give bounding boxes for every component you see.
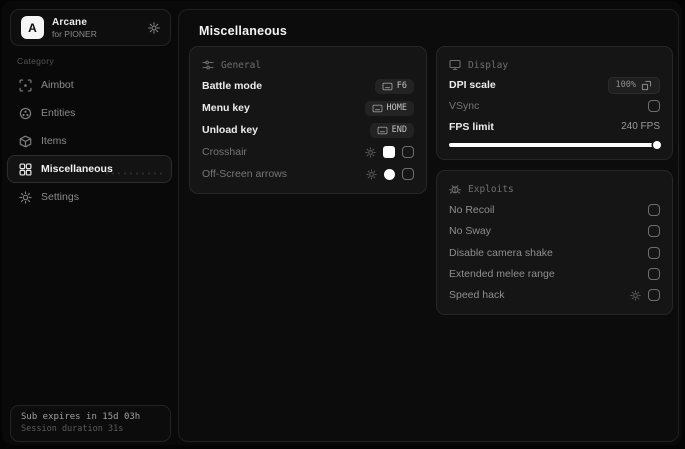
scan-icon (19, 78, 32, 92)
disable-camera-shake-checkbox[interactable] (648, 246, 660, 259)
sidebar-item-miscellaneous[interactable]: Miscellaneous (7, 155, 172, 183)
main-panel: Miscellaneous General Battle mode F6 Men… (178, 9, 679, 442)
setting-row-crosshair: Crosshair (202, 141, 414, 163)
dpi-scale-dropdown[interactable]: 100% (607, 76, 660, 94)
display-card: Display DPI scale 100% VSync FPS limit 2… (436, 46, 673, 160)
session-duration-text: Session duration 31s (21, 424, 124, 434)
setting-label: No Recoil (449, 203, 495, 216)
sidebar-item-aimbot[interactable]: Aimbot (7, 71, 172, 99)
fps-slider-handle[interactable] (653, 141, 661, 150)
sidebar-item-items[interactable]: Items (7, 127, 172, 155)
crosshair-color-swatch[interactable] (383, 146, 395, 158)
exploits-card-header: Exploits (449, 179, 660, 199)
scale-icon (641, 80, 652, 91)
general-card: General Battle mode F6 Menu key HOME Unl… (189, 46, 427, 194)
sidebar-item-settings[interactable]: Settings (7, 183, 172, 211)
setting-row-fps-limit: FPS limit 240 FPS (449, 116, 660, 137)
offscreen-arrows-color-swatch[interactable] (384, 168, 395, 180)
sub-expires-text: Sub expires in 15d 03h (21, 412, 141, 422)
setting-row-offscreen-arrows: Off-Screen arrows (202, 163, 414, 185)
setting-label: Off-Screen arrows (202, 168, 287, 180)
keyboard-icon (377, 126, 388, 135)
gear-icon (19, 190, 32, 204)
subscription-info: Sub expires in 15d 03h Session duration … (10, 405, 171, 442)
sidebar-item-label: Settings (41, 191, 79, 203)
page-title: Miscellaneous (199, 24, 288, 38)
setting-label: Crosshair (202, 146, 247, 158)
setting-row-extended-melee-range: Extended melee range (449, 263, 660, 284)
exploits-card: Exploits No Recoil No Sway Disable camer… (436, 170, 673, 315)
general-card-header: General (202, 55, 414, 75)
setting-row-battle-mode: Battle mode F6 (202, 75, 414, 97)
fps-slider-fill (449, 143, 660, 148)
keybind-value: HOME (386, 103, 407, 113)
no-recoil-checkbox[interactable] (648, 203, 660, 216)
sidebar-item-entities[interactable]: Entities (7, 99, 172, 127)
setting-label: Extended melee range (449, 267, 555, 280)
section-title: Exploits (468, 183, 514, 195)
setting-row-disable-camera-shake: Disable camera shake (449, 242, 660, 263)
unload-key-keybind-button[interactable]: END (369, 122, 414, 138)
keyboard-icon (382, 82, 393, 91)
sidebar-item-label: Aimbot (41, 79, 74, 91)
vsync-checkbox[interactable] (648, 100, 660, 112)
setting-row-menu-key: Menu key HOME (202, 97, 414, 119)
monitor-icon (449, 59, 461, 71)
setting-row-vsync: VSync (449, 96, 660, 117)
setting-label: FPS limit (449, 120, 494, 133)
sidebar-item-label: Entities (41, 107, 76, 119)
keybind-value: END (391, 125, 407, 135)
keybind-value: F6 (396, 81, 407, 91)
sidebar-nav: Aimbot Entities Items Miscellaneous Sett… (7, 71, 172, 211)
gear-icon[interactable] (365, 146, 376, 158)
sidebar-item-label: Miscellaneous (41, 163, 113, 175)
gear-icon[interactable] (366, 168, 377, 180)
crosshair-checkbox[interactable] (402, 146, 414, 158)
setting-label: Battle mode (202, 80, 263, 92)
fps-limit-value: 240 FPS (621, 121, 660, 133)
app-header: A Arcane for PIONER (10, 9, 171, 46)
app-name: Arcane (52, 16, 88, 28)
gear-icon[interactable] (148, 21, 160, 34)
sliders-icon (202, 59, 214, 71)
display-card-header: Display (449, 55, 660, 75)
box-icon (19, 135, 32, 148)
setting-label: No Sway (449, 225, 492, 238)
setting-label: Speed hack (449, 289, 505, 302)
setting-label: Unload key (202, 124, 259, 136)
no-sway-checkbox[interactable] (648, 225, 660, 238)
setting-row-speed-hack: Speed hack (449, 285, 660, 306)
dotted-decoration (104, 171, 162, 177)
app-window: A Arcane for PIONER Category Aimbot Enti… (2, 1, 682, 445)
bug-icon (449, 183, 461, 195)
speed-hack-checkbox[interactable] (648, 289, 660, 302)
offscreen-arrows-checkbox[interactable] (402, 168, 414, 180)
menu-key-keybind-button[interactable]: HOME (364, 100, 414, 116)
keyboard-icon (372, 104, 383, 113)
setting-row-unload-key: Unload key END (202, 119, 414, 141)
dpi-scale-value: 100% (615, 80, 636, 91)
setting-label: Menu key (202, 102, 250, 114)
setting-row-no-recoil: No Recoil (449, 199, 660, 220)
gear-icon[interactable] (630, 290, 641, 301)
setting-row-dpi-scale: DPI scale 100% (449, 75, 660, 96)
battle-mode-keybind-button[interactable]: F6 (374, 78, 414, 94)
category-label: Category (17, 56, 54, 66)
grid-icon (19, 162, 32, 176)
sidebar-item-label: Items (41, 135, 67, 147)
entities-icon (19, 107, 32, 120)
section-title: Display (468, 59, 509, 71)
section-title: General (221, 59, 262, 71)
extended-melee-range-checkbox[interactable] (648, 267, 660, 280)
app-subtitle: for PIONER (52, 28, 97, 39)
setting-label: Disable camera shake (449, 246, 553, 259)
app-logo: A (21, 16, 44, 39)
fps-limit-slider[interactable] (449, 141, 661, 150)
setting-label: DPI scale (449, 79, 496, 92)
fps-limit-slider-row (449, 139, 661, 151)
setting-row-no-sway: No Sway (449, 220, 660, 241)
setting-label: VSync (449, 100, 480, 112)
app-title-block: Arcane for PIONER (52, 17, 97, 39)
